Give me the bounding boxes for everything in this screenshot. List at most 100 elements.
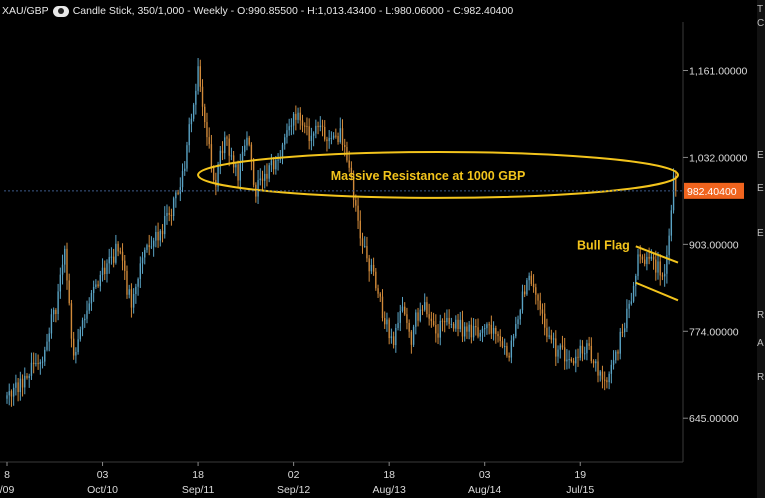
candle-body: [348, 160, 350, 168]
candle-body: [137, 278, 139, 287]
candle-body: [199, 66, 201, 87]
candle-body: [117, 243, 119, 252]
y-tick-label: 1,032.00000: [689, 152, 748, 164]
candle-body: [397, 322, 399, 328]
candle-body: [635, 275, 637, 286]
candle-body: [435, 324, 437, 334]
candle-body: [286, 130, 288, 138]
candle-body: [419, 309, 421, 321]
candle-body: [10, 391, 13, 397]
candle-body: [539, 300, 541, 310]
candle-body: [132, 293, 135, 308]
candle-body: [339, 128, 341, 143]
candle-body: [184, 168, 186, 172]
candle-body: [288, 126, 290, 131]
candle-body: [110, 256, 113, 258]
side-panel-letter: E: [757, 228, 764, 239]
candle-body: [99, 274, 102, 287]
candle-body: [501, 341, 504, 347]
candle-body: [628, 303, 630, 309]
candle-body: [130, 289, 133, 308]
candle-body: [126, 270, 128, 295]
candle-body: [375, 271, 377, 289]
candle-body: [301, 120, 304, 126]
candle-body: [455, 319, 457, 329]
y-tick-label: 645.00000: [689, 413, 739, 425]
candle-body: [268, 165, 270, 179]
candle-body: [341, 128, 344, 146]
candle-body: [655, 259, 657, 273]
candle-body: [92, 286, 95, 294]
candle-body: [81, 320, 84, 330]
candle-body: [55, 309, 57, 314]
bull-flag-label: Bull Flag: [577, 238, 630, 252]
candle-body: [543, 313, 546, 328]
candle-body: [72, 338, 75, 356]
candle-body: [108, 257, 110, 264]
candle-body: [79, 329, 82, 340]
candle-body: [175, 192, 177, 199]
candle-body: [541, 309, 544, 314]
candle-body: [535, 287, 537, 295]
candle-body: [575, 356, 577, 364]
x-tick-day: 03: [97, 469, 109, 481]
candle-body: [284, 137, 286, 145]
candle-body: [648, 256, 650, 259]
candle-body: [101, 267, 104, 275]
candle-body: [155, 231, 157, 241]
candle-body: [663, 273, 666, 277]
candle-body: [637, 254, 639, 276]
candle-body: [337, 135, 339, 143]
candle-body: [106, 263, 108, 275]
candle-body: [177, 192, 179, 194]
candle-body: [643, 259, 646, 264]
candle-body: [195, 90, 197, 105]
candle-body: [412, 326, 415, 345]
x-tick-day: 18: [383, 469, 395, 481]
candle-body: [599, 371, 601, 376]
candle-body: [266, 173, 268, 179]
candle-body: [590, 345, 593, 362]
candle-body: [626, 308, 628, 329]
candle-body: [310, 135, 313, 141]
candle-body: [548, 335, 550, 337]
candle-body: [439, 320, 441, 338]
candle-body: [15, 382, 17, 388]
candle-body: [28, 375, 30, 378]
x-tick-day: 02: [288, 469, 300, 481]
candle-body: [66, 248, 68, 281]
candle-body: [26, 375, 28, 378]
candle-body: [95, 284, 97, 287]
candle-body: [299, 112, 301, 121]
candle-body: [157, 231, 159, 241]
candle-body: [170, 214, 173, 217]
x-tick-day: 03: [479, 469, 491, 481]
candle-body: [530, 275, 533, 284]
candle-body: [115, 243, 117, 263]
candle-body: [124, 260, 126, 271]
candle-body: [495, 328, 497, 334]
candle-body: [632, 285, 635, 302]
y-tick-label: 1,161.00000: [689, 65, 748, 77]
candle-body: [64, 248, 66, 265]
candle-body: [304, 125, 306, 127]
candle-body: [237, 164, 239, 181]
candle-body: [528, 275, 530, 281]
candle-body: [468, 324, 470, 332]
candle-body: [52, 309, 55, 315]
candle-body: [39, 362, 42, 365]
candle-body: [390, 336, 393, 339]
candle-body: [201, 86, 204, 107]
candle-body: [652, 256, 655, 260]
price-chart[interactable]: Massive Resistance at 1000 GBPBull Flag …: [0, 0, 765, 498]
y-tick-label: 903.00000: [689, 239, 739, 251]
candle-body: [668, 235, 670, 256]
candle-body: [168, 212, 170, 215]
candle-body: [275, 160, 277, 170]
candle-body: [577, 356, 579, 358]
candle-body: [484, 328, 486, 330]
candle-body: [490, 324, 493, 334]
candle-body: [252, 159, 255, 185]
candle-body: [572, 360, 575, 364]
side-panel-letter: T: [757, 4, 764, 15]
